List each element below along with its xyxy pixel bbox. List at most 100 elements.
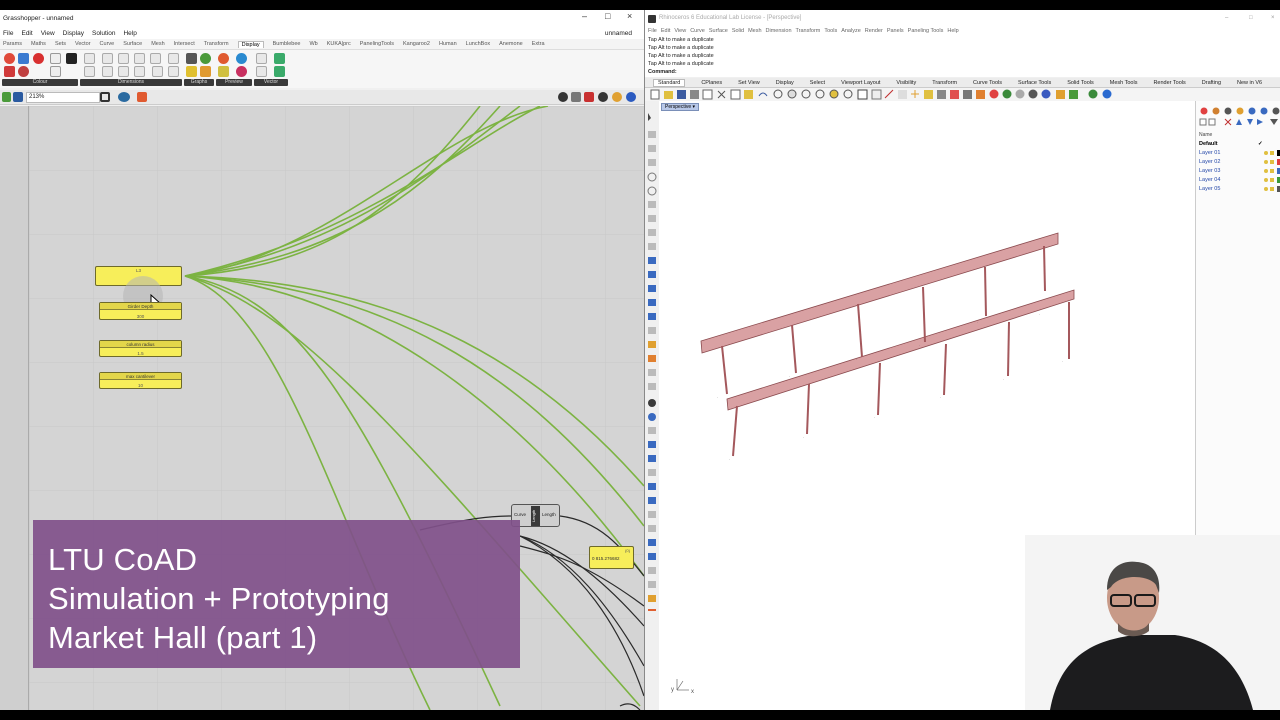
menu-render[interactable]: Render: [865, 27, 883, 36]
tab-anemone[interactable]: Anemone: [499, 41, 523, 47]
ribbon-group-vector[interactable]: Vector: [254, 79, 288, 86]
arc-dimension-icon[interactable]: [134, 66, 145, 77]
slider-girder-depth[interactable]: Girder Depth 300: [99, 302, 182, 320]
tab-mesh-tools[interactable]: Mesh Tools: [1110, 80, 1138, 86]
colour-hsl-icon[interactable]: [50, 53, 61, 64]
menu-view[interactable]: View: [674, 27, 686, 36]
linear-dimension-icon[interactable]: [134, 53, 145, 64]
preview-hidden-icon[interactable]: [571, 92, 581, 102]
angular-dimension-icon[interactable]: [102, 53, 113, 64]
line-dimension-icon[interactable]: [102, 66, 113, 77]
tab-set-view[interactable]: Set View: [738, 80, 760, 86]
tab-cplanes[interactable]: CPlanes: [701, 80, 722, 86]
menu-solution[interactable]: Solution: [92, 30, 116, 37]
tab-curve-tools[interactable]: Curve Tools: [973, 80, 1002, 86]
tab-surface-tools[interactable]: Surface Tools: [1018, 80, 1051, 86]
tab-kukaprc[interactable]: KUKA|prc: [327, 41, 351, 47]
tab-viewport-layout[interactable]: Viewport Layout: [841, 80, 880, 86]
preview-mesh-icon[interactable]: [612, 92, 622, 102]
close-icon[interactable]: ×: [627, 11, 632, 21]
circular-dimension-icon[interactable]: [118, 53, 129, 64]
tab-visibility[interactable]: Visibility: [896, 80, 916, 86]
tab-solid-tools[interactable]: Solid Tools: [1067, 80, 1094, 86]
aligned-dimension-icon[interactable]: [150, 53, 161, 64]
tab-transform[interactable]: Transform: [204, 41, 229, 47]
marker-dimension-icon[interactable]: [168, 53, 179, 64]
preview-selected-icon[interactable]: [598, 92, 608, 102]
menu-edit[interactable]: Edit: [21, 30, 32, 37]
sketch-pen-icon[interactable]: [137, 92, 147, 102]
menu-surface[interactable]: Surface: [709, 27, 728, 36]
bar-graph-icon[interactable]: [186, 53, 197, 64]
menu-display[interactable]: Display: [63, 30, 84, 37]
graph-mapper-icon[interactable]: [186, 66, 197, 77]
layer-row-05[interactable]: Layer 05: [1199, 186, 1220, 192]
text-tag-icon[interactable]: [84, 53, 95, 64]
tab-panelingtools[interactable]: PanelingTools: [360, 41, 394, 47]
tab-kangaroo2[interactable]: Kangaroo2: [403, 41, 430, 47]
vector-display-icon[interactable]: [256, 53, 267, 64]
colour-cmyk-icon[interactable]: [66, 53, 77, 64]
point-list-icon[interactable]: [274, 53, 285, 64]
tab-bumblebee[interactable]: Bumblebee: [273, 41, 301, 47]
minimize-icon[interactable]: –: [582, 11, 587, 21]
layers-toolbar-icons[interactable]: [1196, 101, 1280, 131]
tab-params[interactable]: Params: [3, 41, 22, 47]
colour-rgb-icon[interactable]: [33, 53, 44, 64]
menu-paneling-tools[interactable]: Paneling Tools: [908, 27, 944, 36]
menu-mesh[interactable]: Mesh: [748, 27, 761, 36]
slider-max-cantilever[interactable]: max cantilever 10: [99, 372, 182, 389]
tab-intersect[interactable]: Intersect: [174, 41, 195, 47]
tab-curve[interactable]: Curve: [100, 41, 115, 47]
tab-select[interactable]: Select: [810, 80, 825, 86]
menu-file[interactable]: File: [3, 30, 13, 37]
minimize-icon[interactable]: –: [1225, 10, 1228, 27]
value-tracker-icon[interactable]: [200, 66, 211, 77]
layer-row-03[interactable]: Layer 03: [1199, 168, 1220, 174]
menu-edit[interactable]: Edit: [661, 27, 670, 36]
tab-vector[interactable]: Vector: [75, 41, 91, 47]
layer-row-01[interactable]: Layer 01: [1199, 150, 1220, 156]
zoom-field[interactable]: 213%: [26, 92, 100, 103]
menu-tools[interactable]: Tools: [824, 27, 837, 36]
layer-state-icons[interactable]: [1262, 150, 1280, 210]
tab-surface[interactable]: Surface: [123, 41, 142, 47]
panel-length-output[interactable]: {0} 0 815.276682: [589, 546, 634, 569]
tab-mesh[interactable]: Mesh: [151, 41, 164, 47]
maximize-icon[interactable]: □: [605, 11, 610, 21]
preview-eye-icon[interactable]: [118, 92, 130, 102]
layer-row-04[interactable]: Layer 04: [1199, 177, 1220, 183]
tab-drafting[interactable]: Drafting: [1202, 80, 1221, 86]
tab-standard[interactable]: Standard: [653, 78, 686, 87]
tab-lunchbox[interactable]: LunchBox: [466, 41, 490, 47]
open-file-icon[interactable]: [2, 92, 11, 102]
preview-shaded-icon[interactable]: [584, 92, 594, 102]
ribbon-group-colour[interactable]: Colour: [2, 79, 78, 86]
ribbon-group-graphs[interactable]: Graphs: [184, 79, 214, 86]
menu-transform[interactable]: Transform: [796, 27, 821, 36]
close-icon[interactable]: ×: [1271, 10, 1275, 27]
maximize-icon[interactable]: □: [1249, 10, 1253, 27]
left-toolbar-icons[interactable]: [645, 101, 659, 616]
menu-help[interactable]: Help: [947, 27, 958, 36]
grid-dimension-icon[interactable]: [152, 66, 163, 77]
menu-view[interactable]: View: [41, 30, 55, 37]
vector-ex-icon[interactable]: [256, 66, 267, 77]
serial-dimension-icon[interactable]: [118, 66, 129, 77]
slider-column-radius[interactable]: column radius 1.5: [99, 340, 182, 357]
pie-graph-icon[interactable]: [200, 53, 211, 64]
ribbon-group-dimensions[interactable]: Dimensions: [80, 79, 182, 86]
point-order-icon[interactable]: [274, 66, 285, 77]
colour-hsv-icon[interactable]: [50, 66, 61, 77]
tab-new-in-v6[interactable]: New in V6: [1237, 80, 1262, 86]
tab-render-tools[interactable]: Render Tools: [1153, 80, 1185, 86]
tab-extra[interactable]: Extra: [532, 41, 545, 47]
standard-toolbar-icons[interactable]: [645, 88, 1115, 101]
preview-quality-icon[interactable]: [626, 92, 636, 102]
colour-swatch-icon[interactable]: [4, 53, 15, 64]
tab-transform[interactable]: Transform: [932, 80, 957, 86]
tab-display[interactable]: Display: [237, 40, 264, 48]
layer-row-02[interactable]: Layer 02: [1199, 159, 1220, 165]
colour-split-icon[interactable]: [4, 66, 15, 77]
menu-help[interactable]: Help: [123, 30, 136, 37]
